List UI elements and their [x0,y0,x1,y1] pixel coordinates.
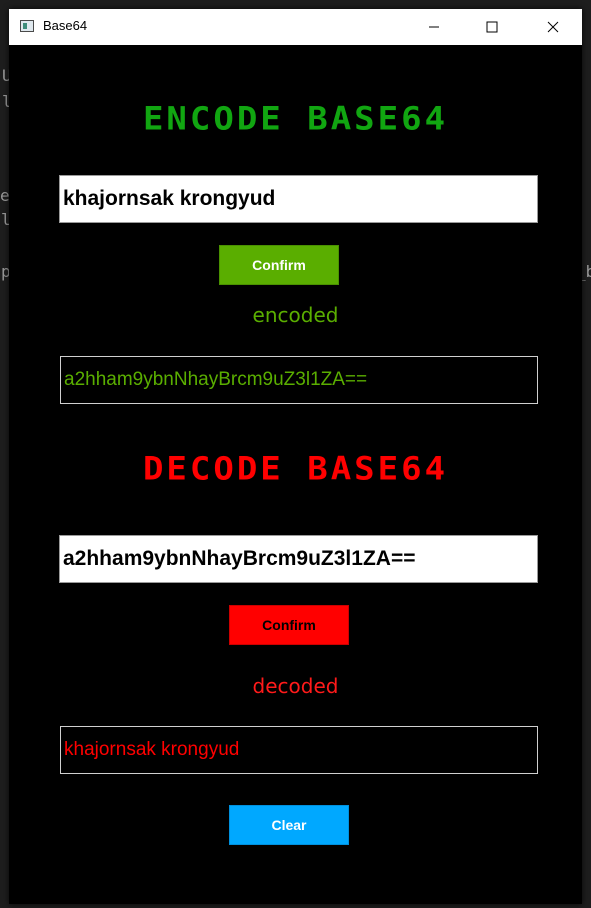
minimize-icon [429,26,439,28]
decode-output-field: khajornsak krongyud [60,726,538,774]
window-title: Base64 [43,18,88,33]
decode-input[interactable] [59,535,538,583]
minimize-button[interactable] [405,9,463,45]
encode-status-label: encoded [252,303,339,327]
clear-button[interactable]: Clear [229,805,349,845]
maximize-button[interactable] [463,9,521,45]
decode-status-label: decoded [252,674,339,698]
app-window: Base64 ENCODE BASE64 Confirm encoded a2h… [9,9,582,904]
title-bar[interactable]: Base64 [9,9,582,45]
close-icon [547,21,559,33]
encode-confirm-button[interactable]: Confirm [219,245,339,285]
close-button[interactable] [524,9,582,45]
app-window-icon [20,20,34,32]
decode-heading: DECODE BASE64 [142,450,449,488]
encode-heading: ENCODE BASE64 [142,100,449,138]
app-content: ENCODE BASE64 Confirm encoded a2hham9ybn… [9,45,582,904]
decode-confirm-button[interactable]: Confirm [229,605,349,645]
encode-output-field: a2hham9ybnNhayBrcm9uZ3l1ZA== [60,356,538,404]
encode-input[interactable] [59,175,538,223]
maximize-icon [486,21,498,33]
